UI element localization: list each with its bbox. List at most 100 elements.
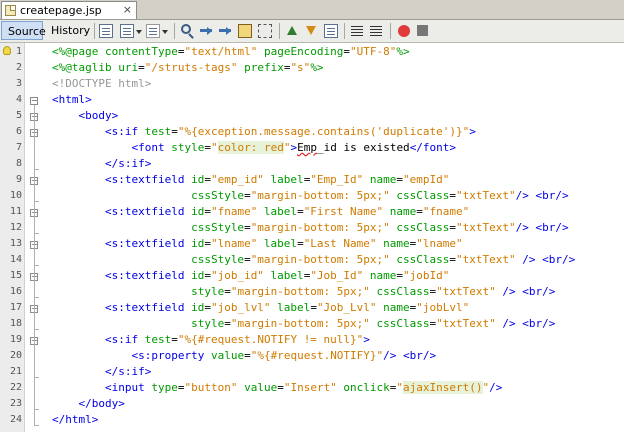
code-line[interactable]: 16 style="margin-bottom: 5px;" cssClass=… [0, 284, 624, 300]
code-token: "UTF-8" [350, 45, 397, 58]
code-line-text: </s:if> [52, 156, 151, 172]
code-token: "margin-bottom: 5px;" [250, 221, 390, 234]
shift-left-icon[interactable] [350, 24, 364, 38]
line-number: 22 [9, 382, 22, 393]
hint-bulb-icon[interactable] [3, 46, 11, 55]
back-icon[interactable] [120, 24, 142, 38]
find-next-icon[interactable] [218, 24, 232, 38]
code-token: Emp [297, 141, 317, 154]
code-line-text: <input type="button" value="Insert" oncl… [52, 380, 502, 396]
code-line[interactable]: 20 <s:property value="%{#request.NOTIFY}… [0, 348, 624, 364]
code-token: <s:if [104, 333, 145, 346]
toggle-bookmark-icon[interactable] [324, 24, 338, 38]
fold-guide-end [34, 409, 39, 410]
code-line-text: <html> [52, 92, 92, 108]
code-token: cssStyle [191, 253, 245, 266]
code-line[interactable]: 7 <font style="color: red">Emp_id is exi… [0, 140, 624, 156]
code-line[interactable]: 23 </body> [0, 396, 624, 412]
fold-guide-end [34, 201, 39, 202]
code-line-text: <s:textfield id="job_lvl" label="Job_Lvl… [52, 300, 469, 316]
history-tab[interactable]: History [45, 21, 91, 40]
code-token: label [270, 301, 311, 314]
toolbar-separator [279, 23, 280, 39]
start-macro-recording-icon[interactable] [398, 25, 410, 37]
code-token: "First Name" [303, 205, 384, 218]
code-line[interactable]: 11 <s:textfield id="fname" label="First … [0, 204, 624, 220]
line-number: 23 [9, 398, 22, 409]
toggle-rect-selection-icon[interactable] [258, 24, 272, 38]
code-line[interactable]: 13 <s:textfield id="lname" label="Last N… [0, 236, 624, 252]
code-line[interactable]: 1 <%@page contentType="text/html" pageEnc… [0, 44, 624, 60]
code-token: > [363, 333, 370, 346]
code-line[interactable]: 24 </html> [0, 412, 624, 428]
code-token: cssClass [389, 189, 450, 202]
code-token: value [210, 349, 245, 362]
forward-icon[interactable] [146, 24, 168, 38]
code-line[interactable]: 21 </s:if> [0, 364, 624, 380]
code-token: "txtText" [456, 189, 516, 202]
next-bookmark-icon[interactable] [304, 24, 318, 38]
code-line[interactable]: 15 <s:textfield id="job_id" label="Job_I… [0, 268, 624, 284]
shift-right-icon[interactable] [369, 24, 383, 38]
code-line[interactable]: 4 <html> [0, 92, 624, 108]
find-previous-icon[interactable] [199, 24, 213, 38]
code-line-text: <body> [52, 108, 119, 124]
close-tab-icon[interactable]: × [123, 3, 132, 16]
code-token: name [363, 269, 397, 282]
code-line-text: cssStyle="margin-bottom: 5px;" cssClass=… [52, 252, 575, 268]
code-token: <font [131, 141, 172, 154]
code-line[interactable]: 19 <s:if test="%{#request.NOTIFY != null… [0, 332, 624, 348]
code-line[interactable]: 6 <s:if test="%{exception.message.contai… [0, 124, 624, 140]
code-token: _id is existed [316, 141, 410, 154]
code-token: %> [396, 45, 410, 58]
file-tab[interactable]: createpage.jsp × [1, 1, 137, 19]
code-token: /> <br/> [515, 221, 569, 234]
code-line[interactable]: 8 </s:if> [0, 156, 624, 172]
code-line-text: style="margin-bottom: 5px;" cssClass="tx… [52, 284, 555, 300]
previous-bookmark-icon[interactable] [285, 24, 299, 38]
stop-macro-recording-icon[interactable] [417, 25, 428, 36]
code-line-text: <s:textfield id="lname" label="Last Name… [52, 236, 463, 252]
line-number: 24 [9, 414, 22, 425]
code-token: = [224, 317, 231, 330]
code-token: "s" [290, 61, 311, 74]
fold-toggle-html[interactable]: − [30, 97, 38, 105]
code-line[interactable]: 22 <input type="button" value="Insert" o… [0, 380, 624, 396]
source-tab[interactable]: Source [1, 21, 46, 40]
code-token: id [191, 237, 205, 250]
line-number: 21 [9, 366, 22, 377]
last-edit-icon[interactable] [99, 24, 113, 38]
code-token: </s:if> [104, 157, 152, 170]
code-line[interactable]: 12 cssStyle="margin-bottom: 5px;" cssCla… [0, 220, 624, 236]
code-line-text: <%@page contentType="text/html" pageEnco… [52, 44, 410, 60]
toolbar-separator [94, 23, 95, 39]
code-token: = [449, 189, 456, 202]
find-icon[interactable] [181, 24, 191, 34]
fold-guide-end [34, 329, 39, 330]
line-number: 17 [9, 302, 22, 313]
line-number: 4 [15, 94, 22, 105]
code-token: cssClass [369, 285, 430, 298]
code-line[interactable]: 18 style="margin-bottom: 5px;" cssClass=… [0, 316, 624, 332]
code-line[interactable]: 3 <!DOCTYPE html> [0, 76, 624, 92]
code-line[interactable]: 9 <s:textfield id="emp_id" label="Emp_Id… [0, 172, 624, 188]
code-line[interactable]: 2 <%@taglib uri="/struts-tags" prefix="s"… [0, 60, 624, 76]
code-token: > [469, 125, 476, 138]
code-line[interactable]: 10 cssStyle="margin-bottom: 5px;" cssCla… [0, 188, 624, 204]
code-token: "Job_Id" [310, 269, 364, 282]
toggle-highlight-icon[interactable] [238, 24, 252, 38]
code-line[interactable]: 14 cssStyle="margin-bottom: 5px;" cssCla… [0, 252, 624, 268]
code-line[interactable]: 5 <body> [0, 108, 624, 124]
code-line-text: </html> [52, 412, 98, 428]
code-token: cssClass [389, 253, 450, 266]
line-number: 12 [9, 222, 22, 233]
code-token: <s:textfield [104, 205, 192, 218]
code-token: style [171, 141, 205, 154]
code-line-text: <s:textfield id="fname" label="First Nam… [52, 204, 469, 220]
code-line[interactable]: 17 <s:textfield id="job_lvl" label="Job_… [0, 300, 624, 316]
